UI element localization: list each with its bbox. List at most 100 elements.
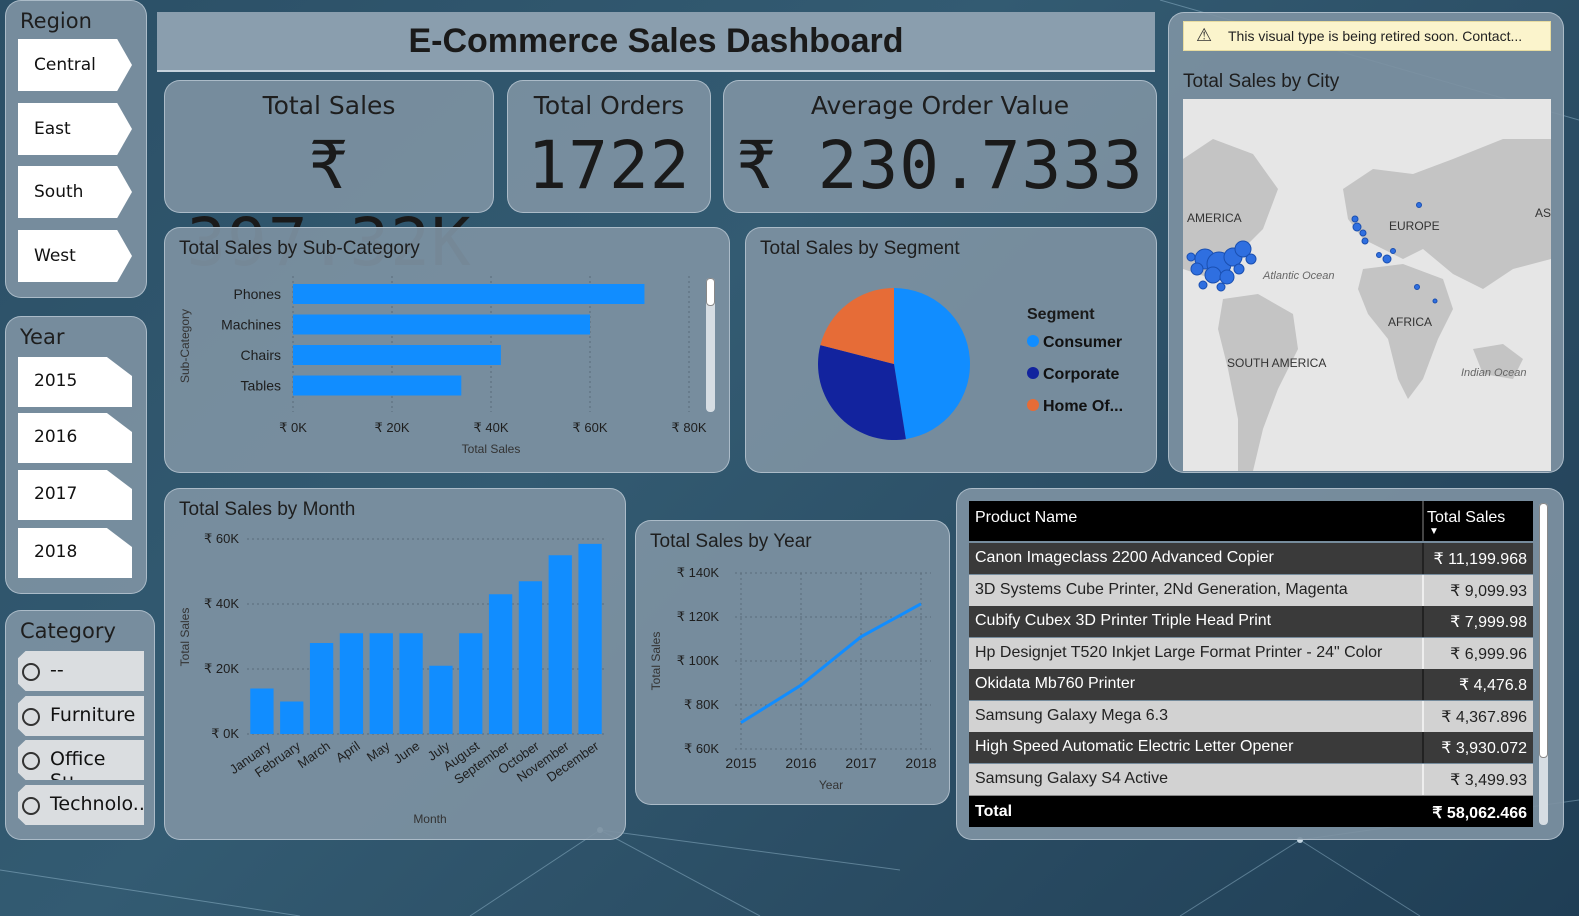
x-tick-label: ₹ 0K: [279, 420, 307, 435]
legend-title: Segment: [1027, 306, 1095, 323]
y-tick-label: ₹ 80K: [684, 697, 719, 712]
y-axis-label: Total Sales: [178, 608, 192, 667]
x-tick-label: 2015: [725, 755, 756, 771]
retirement-warning[interactable]: ⚠ This visual type is being retired soon…: [1183, 21, 1551, 51]
region-slicer: Region Central East South West: [5, 0, 147, 298]
year-item-2016[interactable]: 2016: [18, 413, 132, 463]
year-slicer: Year 2015 2016 2017 2018: [5, 316, 147, 594]
scrollbar-thumb[interactable]: [1539, 503, 1548, 758]
x-tick-label: June: [391, 738, 423, 766]
bar: [339, 633, 364, 734]
legend-label: Home Of...: [1043, 398, 1124, 415]
category-slicer-title: Category: [20, 619, 116, 643]
table-row[interactable]: Okidata Mb760 Printer ₹ 4,476.8: [969, 669, 1533, 700]
sort-descending-icon[interactable]: ▼: [1429, 526, 1439, 537]
total-value: ₹ 58,062.466: [1432, 805, 1527, 822]
subcategory-bar-chart: ₹ 0K ₹ 20K ₹ 40K ₹ 60K ₹ 80K Phones Machines Ch…: [178, 276, 707, 456]
y-tick-label: ₹ 0K: [211, 726, 239, 741]
total-sales-cell: ₹ 9,099.93: [1450, 582, 1527, 600]
legend-label: Corporate: [1043, 366, 1120, 383]
product-name-cell: Samsung Galaxy Mega 6.3: [975, 706, 1168, 724]
total-sales-cell: ₹ 11,199.968: [1433, 551, 1527, 568]
kpi-label: Average Order Value: [810, 91, 1070, 120]
bar: [459, 633, 483, 734]
warning-icon: ⚠: [1196, 25, 1213, 46]
year-item-2018[interactable]: 2018: [18, 528, 132, 578]
bar: [518, 581, 543, 734]
bar: [280, 701, 304, 734]
region-item-east[interactable]: East: [18, 103, 132, 155]
bar: [293, 284, 645, 304]
product-name-cell: 3D Systems Cube Printer, 2Nd Generation,…: [975, 580, 1348, 598]
table-row[interactable]: Canon Imageclass 2200 Advanced Copier ₹ 1…: [969, 543, 1533, 574]
y-tick-label: ₹ 100K: [677, 653, 720, 668]
y-tick-label: ₹ 60K: [684, 741, 719, 756]
map-label-asia: AS: [1535, 206, 1551, 220]
legend-marker: [1027, 335, 1039, 347]
y-tick-label: ₹ 140K: [677, 565, 720, 580]
kpi-value: 1722: [527, 127, 691, 204]
category-item-office-supplies[interactable]: Office Su...: [18, 740, 144, 780]
radio-icon: [22, 708, 40, 726]
category-item-blank[interactable]: --: [18, 651, 144, 691]
table-row[interactable]: Samsung Galaxy S4 Active ₹ 3,499.93: [969, 763, 1533, 795]
radio-icon: [22, 663, 40, 681]
table-row[interactable]: Hp Designjet T520 Inkjet Large Format Pr…: [969, 637, 1533, 669]
map-label-atlantic: Atlantic Ocean: [1262, 270, 1335, 282]
scrollbar-thumb[interactable]: [706, 278, 715, 306]
scrollbar[interactable]: [706, 278, 715, 412]
bar: [293, 375, 462, 396]
x-tick-label: May: [364, 738, 393, 765]
legend-label: Consumer: [1043, 334, 1123, 351]
bar: [578, 543, 602, 734]
year-item-2015[interactable]: 2015: [18, 357, 132, 407]
bar: [369, 633, 393, 734]
product-name-cell: Cubify Cubex 3D Printer Triple Head Prin…: [975, 612, 1272, 629]
x-tick-label: ₹ 20K: [374, 420, 409, 435]
bar: [429, 665, 453, 734]
table-row[interactable]: Cubify Cubex 3D Printer Triple Head Prin…: [969, 606, 1533, 637]
y-tick-label: Chairs: [241, 347, 281, 363]
region-item-south[interactable]: South: [18, 166, 132, 218]
total-sales-cell: ₹ 4,367.896: [1441, 708, 1527, 726]
chart-title: Total Sales by City: [1183, 71, 1340, 92]
x-tick-label: March: [295, 738, 333, 771]
x-axis-label: Year: [819, 778, 843, 792]
x-tick-label: 2017: [845, 755, 876, 771]
table-row[interactable]: Samsung Galaxy Mega 6.3 ₹ 4,367.896: [969, 700, 1533, 732]
x-axis-label: Month: [413, 812, 446, 826]
product-name-cell: High Speed Automatic Electric Letter Ope…: [975, 738, 1294, 755]
table-row[interactable]: High Speed Automatic Electric Letter Ope…: [969, 732, 1533, 763]
category-item-furniture[interactable]: Furniture: [18, 696, 144, 736]
world-map[interactable]: AMERICA EUROPE AS Atlantic Ocean AFRICA …: [1183, 99, 1551, 471]
region-item-central[interactable]: Central: [18, 39, 132, 91]
region-item-west[interactable]: West: [18, 230, 132, 282]
x-tick-label: ₹ 80K: [671, 420, 706, 435]
year-line-chart: ₹ 60K ₹ 80K ₹ 100K ₹ 120K ₹ 140K 2015 2016 2017…: [649, 565, 937, 792]
year-chart-panel: Total Sales by Year ₹ 60K ₹ 80K ₹ 100K ₹ 12…: [635, 520, 950, 805]
column-header-product[interactable]: Product Name: [975, 509, 1077, 527]
x-tick-label: ₹ 60K: [572, 420, 607, 435]
legend-item-home-office[interactable]: Home Of...: [1027, 398, 1123, 416]
column-header-sales[interactable]: Total Sales: [1427, 509, 1505, 527]
legend-item-consumer[interactable]: Consumer: [1027, 334, 1122, 352]
y-tick-label: ₹ 20K: [204, 661, 239, 676]
table-scrollbar[interactable]: [1539, 503, 1548, 825]
y-tick-label: Tables: [241, 378, 281, 394]
total-sales-cell: ₹ 6,999.96: [1450, 645, 1527, 663]
kpi-value: ₹ 230.7333: [736, 127, 1144, 204]
kpi-label: Total Orders: [533, 91, 685, 120]
category-item-technology[interactable]: Technolo...: [18, 785, 144, 825]
year-item-2017[interactable]: 2017: [18, 470, 132, 520]
subcategory-chart-panel: Total Sales by Sub-Category ₹ 0K ₹ 20K ₹ 4…: [164, 227, 730, 473]
bar: [250, 688, 274, 734]
city-map-panel: ⚠ This visual type is being retired soon…: [1168, 12, 1564, 473]
kpi-average-order-value: Average Order Value ₹ 230.7333: [723, 80, 1157, 213]
bar: [488, 594, 513, 734]
warning-text: This visual type is being retired soon. …: [1228, 28, 1523, 44]
table-row[interactable]: 3D Systems Cube Printer, 2Nd Generation,…: [969, 574, 1533, 606]
legend-item-corporate[interactable]: Corporate: [1027, 366, 1119, 384]
kpi-total-sales: Total Sales ₹ 397.32K: [164, 80, 494, 281]
bar: [399, 633, 423, 734]
bar: [293, 314, 590, 335]
